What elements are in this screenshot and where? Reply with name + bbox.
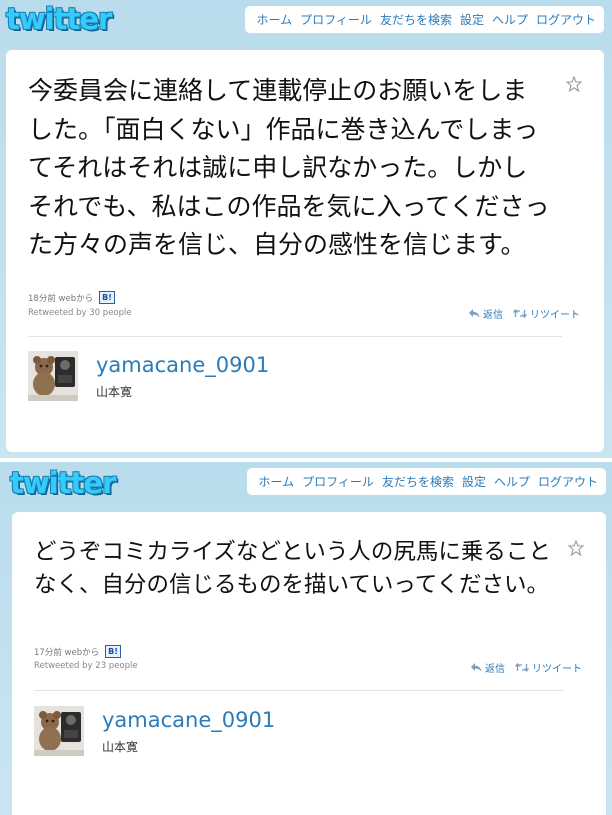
avatar[interactable] [28, 351, 78, 401]
screen-name-link[interactable]: yamacane_0901 [102, 708, 275, 732]
retweet-icon [515, 663, 529, 672]
reply-icon [469, 309, 480, 318]
star-icon[interactable] [566, 76, 582, 92]
top-nav: ホーム プロフィール 友だちを検索 設定 ヘルプ ログアウト [244, 6, 604, 33]
reply-icon [471, 663, 482, 672]
twitter-logo[interactable]: twitter [10, 466, 116, 500]
retweet-label: リツイート [530, 310, 580, 321]
retweet-button[interactable]: リツイート [513, 306, 580, 321]
retweet-button[interactable]: リツイート [515, 660, 582, 675]
avatar-photo [34, 706, 84, 756]
tweet-actions: 返信 リツイート [459, 306, 580, 321]
reply-label: 返信 [485, 664, 505, 675]
nav-home-link[interactable]: ホーム [255, 473, 299, 490]
hatena-bookmark-badge[interactable]: B! [105, 645, 121, 658]
nav-logout-link[interactable]: ログアウト [532, 11, 600, 28]
nav-help-link[interactable]: ヘルプ [488, 11, 532, 28]
tweet-card: 今委員会に連絡して連載停止のお願いをしました。「面白くない」作品に巻き込んでしま… [6, 50, 604, 452]
nav-find-friends-link[interactable]: 友だちを検索 [376, 11, 456, 28]
divider [28, 336, 562, 337]
tweet-card: どうぞコミカライズなどという人の尻馬に乗ることなく、自分の信じるものを描いていっ… [12, 512, 606, 815]
tweet-actions: 返信 リツイート [461, 660, 582, 675]
nav-home-link[interactable]: ホーム [253, 11, 297, 28]
full-name: 山本寛 [102, 740, 139, 754]
nav-profile-link[interactable]: プロフィール [296, 11, 376, 28]
twitter-logo[interactable]: twitter [6, 2, 112, 36]
tweet-meta: 17分前 webから B! [34, 645, 121, 658]
tweet-meta: 18分前 webから B! [28, 291, 115, 304]
tweet-screenshot-1: twitter ホーム プロフィール 友だちを検索 設定 ヘルプ ログアウト 今… [0, 0, 612, 458]
nav-settings-link[interactable]: 設定 [456, 11, 488, 28]
top-nav: ホーム プロフィール 友だちを検索 設定 ヘルプ ログアウト [246, 468, 606, 495]
tweet-text: 今委員会に連絡して連載停止のお願いをしました。「面白くない」作品に巻き込んでしま… [28, 76, 550, 259]
hatena-bookmark-badge[interactable]: B! [99, 291, 115, 304]
tweet-text: どうぞコミカライズなどという人の尻馬に乗ることなく、自分の信じるものを描いていっ… [34, 539, 551, 598]
divider [34, 690, 564, 691]
nav-logout-link[interactable]: ログアウト [534, 473, 602, 490]
tweet-time[interactable]: 18分前 [28, 292, 56, 304]
nav-profile-link[interactable]: プロフィール [298, 473, 378, 490]
tweet-source: webから [64, 647, 100, 658]
retweet-label: リツイート [532, 664, 582, 675]
tweet-screenshot-2: twitter ホーム プロフィール 友だちを検索 設定 ヘルプ ログアウト ど… [0, 462, 612, 815]
reply-button[interactable]: 返信 [469, 306, 503, 321]
retweet-count[interactable]: Retweeted by 30 people [28, 308, 132, 318]
tweet-time[interactable]: 17分前 [34, 646, 62, 658]
retweet-count[interactable]: Retweeted by 23 people [34, 661, 138, 671]
nav-find-friends-link[interactable]: 友だちを検索 [378, 473, 458, 490]
reply-button[interactable]: 返信 [471, 660, 505, 675]
nav-settings-link[interactable]: 設定 [458, 473, 490, 490]
avatar[interactable] [34, 706, 84, 756]
avatar-photo [28, 351, 78, 401]
screen-name-link[interactable]: yamacane_0901 [96, 353, 269, 377]
star-icon[interactable] [568, 540, 584, 556]
nav-help-link[interactable]: ヘルプ [490, 473, 534, 490]
reply-label: 返信 [483, 310, 503, 321]
full-name: 山本寛 [96, 385, 133, 399]
tweet-source: webから [58, 293, 94, 304]
retweet-icon [513, 309, 527, 318]
